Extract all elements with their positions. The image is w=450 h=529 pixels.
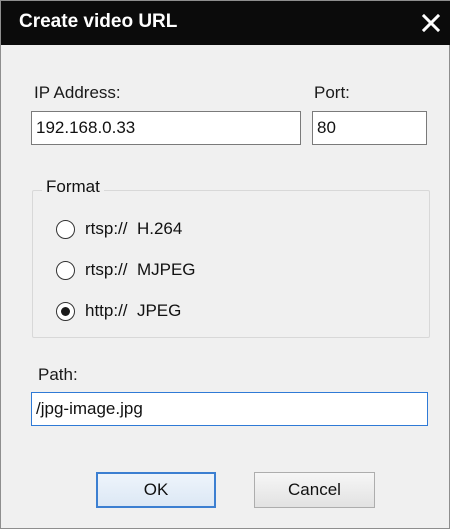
radio-button-selected[interactable] xyxy=(56,301,75,321)
create-video-url-dialog: Create video URL IP Address: Port: Forma… xyxy=(0,0,450,529)
ok-button[interactable]: OK xyxy=(96,472,216,508)
format-legend: Format xyxy=(42,177,104,197)
radio-label: rtsp:// H.264 xyxy=(85,219,183,238)
radio-selected-dot xyxy=(61,306,70,316)
radio-button[interactable] xyxy=(56,260,75,280)
title-bar[interactable]: Create video URL xyxy=(1,1,450,45)
path-input[interactable] xyxy=(31,392,428,426)
port-label: Port: xyxy=(314,83,350,102)
radio-button[interactable] xyxy=(56,219,75,239)
format-option-http-jpeg[interactable]: http:// JPEG xyxy=(56,299,181,323)
path-label: Path: xyxy=(38,365,78,384)
dialog-title: Create video URL xyxy=(19,11,178,32)
port-input[interactable] xyxy=(312,111,427,145)
close-icon xyxy=(422,14,440,32)
ip-address-label: IP Address: xyxy=(34,83,121,102)
close-button[interactable] xyxy=(417,9,445,37)
radio-label: http:// JPEG xyxy=(85,301,182,320)
cancel-button[interactable]: Cancel xyxy=(254,472,375,508)
format-option-rtsp-mjpeg[interactable]: rtsp:// MJPEG xyxy=(56,258,196,282)
ip-address-input[interactable] xyxy=(31,111,301,145)
radio-label: rtsp:// MJPEG xyxy=(85,260,196,279)
format-option-rtsp-h264[interactable]: rtsp:// H.264 xyxy=(56,217,182,241)
